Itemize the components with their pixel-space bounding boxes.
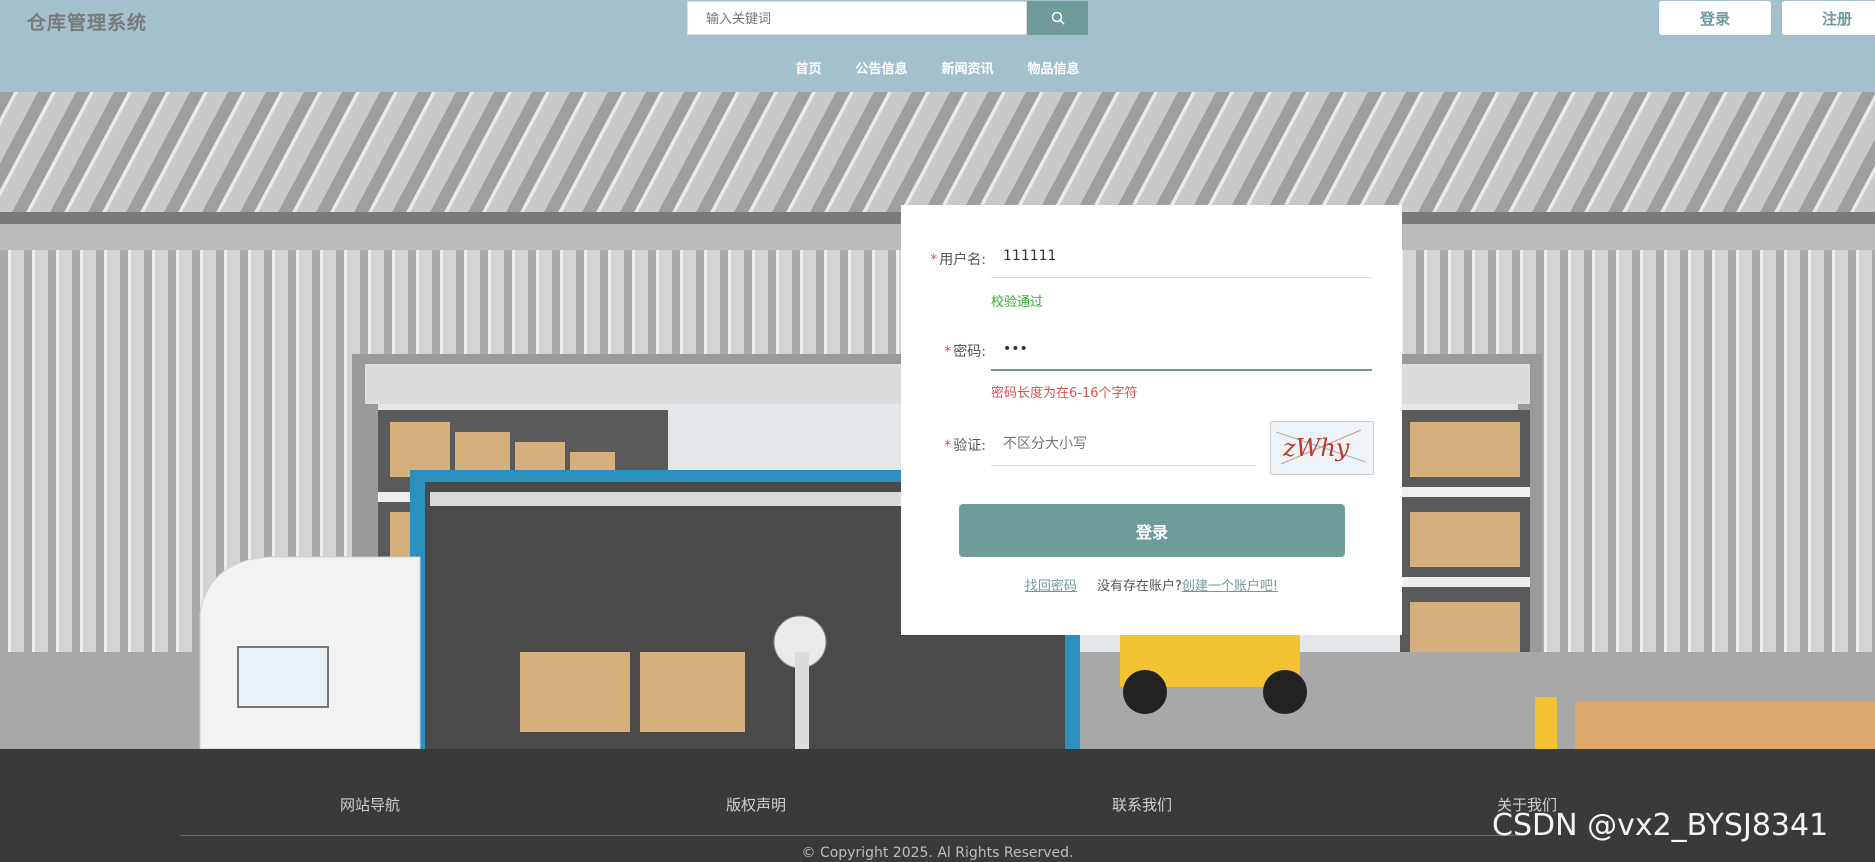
warehouse-background: *用户名: 校验通过 *密码: 密码长度为在6-16个字符 *验证: zWhy … xyxy=(0,92,1875,749)
password-validation-msg: 密码长度为在6-16个字符 xyxy=(991,386,1138,401)
main-nav: 首页 公告信息 新闻资讯 物品信息 xyxy=(0,58,1875,77)
csdn-watermark: CSDN @vx2_BYSJ8341 xyxy=(1492,808,1829,843)
captcha-field-wrap xyxy=(991,424,1256,466)
footer-link-contact[interactable]: 联系我们 xyxy=(1112,794,1172,815)
username-validation-msg: 校验通过 xyxy=(991,295,1044,310)
nav-item-items[interactable]: 物品信息 xyxy=(1028,58,1080,77)
nav-item-news[interactable]: 新闻资讯 xyxy=(942,58,994,77)
password-field-wrap xyxy=(991,329,1372,371)
nav-item-announcements[interactable]: 公告信息 xyxy=(855,58,907,77)
search-box xyxy=(687,1,1028,36)
site-footer: 网站导航 版权声明 联系我们 关于我们 © Copyright 2025. Al… xyxy=(0,749,1875,862)
login-card: *用户名: 校验通过 *密码: 密码长度为在6-16个字符 *验证: zWhy … xyxy=(901,205,1402,635)
login-submit-button[interactable]: 登录 xyxy=(959,504,1345,557)
footer-copyright: © Copyright 2025. Al Rights Reserved. xyxy=(801,845,1074,861)
header-login-button[interactable]: 登录 xyxy=(1659,1,1771,35)
header-register-button[interactable]: 注册 xyxy=(1782,1,1875,35)
create-account-link[interactable]: 创建一个账户吧! xyxy=(1182,575,1278,594)
forgot-password-link[interactable]: 找回密码 xyxy=(1025,575,1077,594)
footer-divider xyxy=(180,835,1520,836)
username-label: * 用户名: xyxy=(930,252,986,268)
captcha-image[interactable]: zWhy xyxy=(1270,421,1374,475)
footer-link-copyright[interactable]: 版权声明 xyxy=(726,794,786,815)
captcha-graphic: zWhy xyxy=(1275,429,1367,465)
login-links: 找回密码 没有存在账户? 创建一个账户吧! xyxy=(901,575,1402,594)
password-label: * 密码: xyxy=(944,344,986,360)
required-mark: * xyxy=(944,438,952,454)
nav-item-home[interactable]: 首页 xyxy=(795,58,821,77)
site-logo[interactable]: 仓库管理系统 xyxy=(27,8,147,35)
username-field-wrap xyxy=(991,236,1372,278)
captcha-input[interactable] xyxy=(991,424,1256,464)
search-button[interactable] xyxy=(1027,1,1088,35)
search-input[interactable] xyxy=(688,2,1028,36)
footer-link-site-nav[interactable]: 网站导航 xyxy=(340,794,400,815)
captcha-text: zWhy xyxy=(1282,434,1350,462)
required-mark: * xyxy=(930,252,938,268)
required-mark: * xyxy=(944,344,952,360)
site-header: 仓库管理系统 登录 注册 首页 公告信息 新闻资讯 物品信息 xyxy=(0,0,1875,92)
password-input[interactable] xyxy=(991,329,1372,369)
username-input[interactable] xyxy=(991,236,1372,276)
no-account-text: 没有存在账户? xyxy=(1096,579,1182,594)
captcha-label: * 验证: xyxy=(944,438,986,454)
search-icon xyxy=(1051,11,1065,25)
